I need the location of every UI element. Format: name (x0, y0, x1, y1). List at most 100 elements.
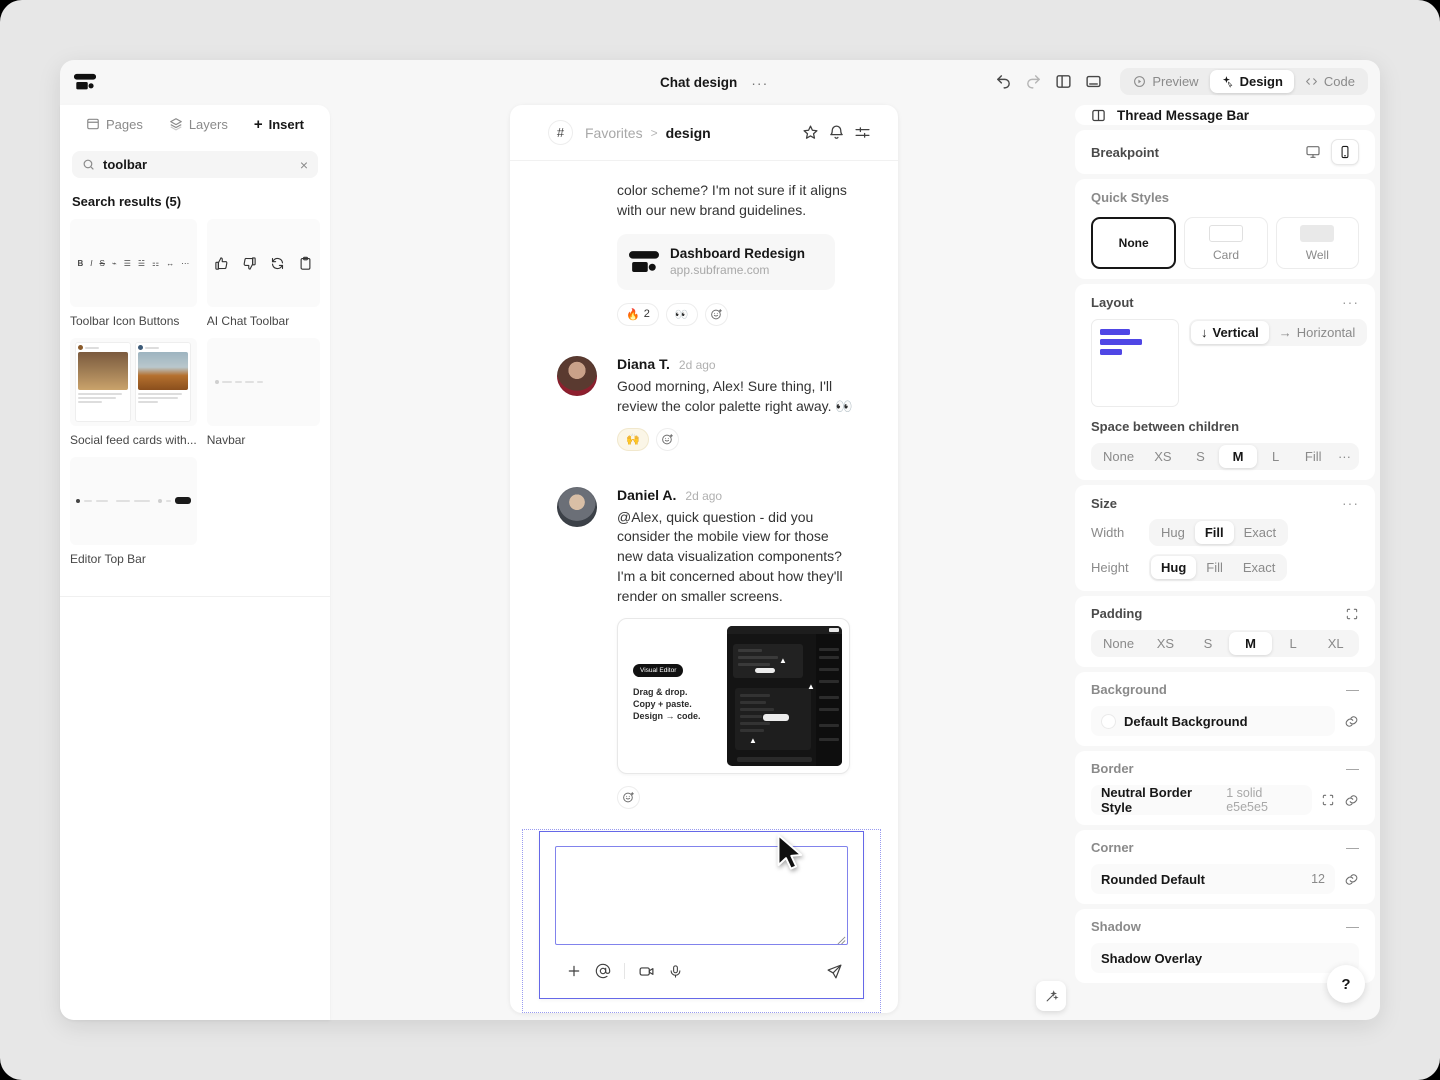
breadcrumb-parent[interactable]: Favorites (585, 125, 643, 141)
height-exact[interactable]: Exact (1233, 556, 1286, 579)
layout-menu-icon[interactable]: ··· (1342, 294, 1359, 310)
subframe-logo-icon[interactable] (74, 71, 96, 93)
shadow-value-row[interactable]: Shadow Overlay (1091, 943, 1359, 973)
breadcrumb-current[interactable]: design (666, 125, 711, 141)
message-author[interactable]: Daniel A. (617, 487, 676, 503)
link-preview-card[interactable]: Dashboard Redesign app.subframe.com (617, 234, 835, 290)
background-value-row[interactable]: Default Background (1091, 706, 1335, 736)
send-icon[interactable] (826, 963, 843, 980)
quick-style-none[interactable]: None (1091, 217, 1176, 269)
star-icon[interactable] (802, 124, 819, 141)
height-label: Height (1091, 560, 1149, 575)
quick-style-well[interactable]: Well (1276, 217, 1359, 269)
video-icon[interactable] (638, 963, 655, 980)
padding-xl[interactable]: XL (1314, 632, 1357, 655)
inspector-panel: Thread Message Bar Breakpoint Quick Styl… (1075, 105, 1375, 983)
tab-insert[interactable]: + Insert (254, 116, 304, 133)
mouse-cursor (768, 831, 810, 873)
link-token-icon[interactable] (1344, 793, 1359, 808)
bell-icon[interactable] (828, 124, 845, 141)
spacing-l[interactable]: L (1257, 445, 1295, 468)
component-search-input[interactable]: toolbar × (72, 151, 318, 178)
redo-button[interactable] (1020, 69, 1046, 95)
remove-background-icon[interactable]: — (1346, 682, 1359, 697)
quick-style-card[interactable]: Card (1184, 217, 1267, 269)
width-exact[interactable]: Exact (1234, 521, 1287, 544)
size-menu-icon[interactable]: ··· (1342, 495, 1359, 511)
result-social-feed-cards[interactable]: Social feed cards with... (70, 338, 197, 447)
spacing-fill[interactable]: Fill (1294, 445, 1332, 468)
settings-sliders-icon[interactable] (854, 124, 871, 141)
spacing-m[interactable]: M (1219, 445, 1257, 468)
corner-value-row[interactable]: Rounded Default 12 (1091, 864, 1335, 894)
undo-button[interactable] (990, 69, 1016, 95)
divider (60, 596, 330, 597)
resize-grip-icon[interactable] (837, 936, 846, 945)
result-navbar[interactable]: Navbar (207, 338, 320, 447)
spacing-xs[interactable]: XS (1144, 445, 1182, 468)
reaction-eyes[interactable]: 👀 (666, 303, 698, 326)
height-fill[interactable]: Fill (1196, 556, 1233, 579)
background-section: Background — Default Background (1075, 672, 1375, 746)
result-label: Navbar (207, 433, 320, 447)
tab-code[interactable]: Code (1294, 70, 1366, 93)
border-value-row[interactable]: Neutral Border Style 1 solid e5e5e5 (1091, 785, 1312, 815)
result-editor-top-bar[interactable]: Editor Top Bar (70, 457, 197, 566)
clear-search-icon[interactable]: × (300, 157, 308, 173)
link-token-icon[interactable] (1344, 872, 1359, 887)
spacing-none[interactable]: None (1093, 445, 1144, 468)
toggle-left-panel-button[interactable] (1050, 69, 1076, 95)
layout-vertical-option[interactable]: ↓Vertical (1191, 321, 1269, 344)
title-menu-icon[interactable]: ··· (751, 75, 768, 91)
link-token-icon[interactable] (1344, 714, 1359, 729)
padding-m[interactable]: M (1229, 632, 1272, 655)
remove-shadow-icon[interactable]: — (1346, 919, 1359, 934)
layout-horizontal-option[interactable]: →Horizontal (1269, 321, 1366, 344)
tab-layers[interactable]: Layers (169, 117, 228, 132)
result-ai-chat-toolbar[interactable]: AI Chat Toolbar (207, 219, 320, 328)
message-author[interactable]: Diana T. (617, 356, 670, 372)
section-label: Background (1091, 682, 1167, 697)
add-reaction-button[interactable] (705, 303, 728, 326)
padding-sides-icon[interactable] (1345, 607, 1359, 621)
attachment-card[interactable]: Visual Editor Drag & drop. Copy + paste.… (617, 618, 850, 774)
add-reaction-button[interactable] (656, 428, 679, 451)
quick-styles-section: Quick Styles None Card Well (1075, 179, 1375, 279)
design-canvas[interactable]: # Favorites > design color scheme? I'm n… (510, 105, 898, 1013)
magic-wand-button[interactable] (1036, 981, 1066, 1011)
tab-pages[interactable]: Pages (86, 117, 143, 132)
help-button[interactable]: ? (1327, 965, 1365, 1003)
add-attachment-icon[interactable] (566, 963, 582, 979)
remove-border-icon[interactable]: — (1346, 761, 1359, 776)
tab-design[interactable]: Design (1210, 70, 1294, 93)
padding-l[interactable]: L (1272, 632, 1315, 655)
microphone-icon[interactable] (668, 964, 683, 979)
width-hug[interactable]: Hug (1151, 521, 1195, 544)
toggle-bottom-panel-button[interactable] (1080, 69, 1106, 95)
spacing-s[interactable]: S (1182, 445, 1220, 468)
border-sides-icon[interactable] (1321, 793, 1335, 807)
avatar[interactable] (557, 487, 597, 527)
padding-xs[interactable]: XS (1144, 632, 1187, 655)
width-fill[interactable]: Fill (1195, 521, 1234, 544)
result-toolbar-icon-buttons[interactable]: BIS⌁☰☱⚏↔⋯ Toolbar Icon Buttons (70, 219, 197, 328)
reaction-fire[interactable]: 🔥2 (617, 303, 659, 326)
padding-none[interactable]: None (1093, 632, 1144, 655)
mention-icon[interactable] (595, 963, 611, 979)
tab-preview[interactable]: Preview (1122, 70, 1209, 93)
well-preview (1300, 225, 1334, 242)
thread-message-bar-component[interactable] (539, 831, 864, 999)
breakpoint-desktop-button[interactable] (1299, 139, 1327, 165)
message-daniel: Daniel A. 2d ago @Alex, quick question -… (557, 487, 858, 809)
padding-section: Padding None XS S M L XL (1075, 596, 1375, 667)
add-reaction-button[interactable] (617, 786, 640, 809)
padding-s[interactable]: S (1187, 632, 1230, 655)
reaction-raised-hands[interactable]: 🙌 (617, 428, 649, 451)
breakpoint-mobile-button[interactable] (1331, 139, 1359, 165)
spacing-more-icon[interactable]: ··· (1332, 445, 1357, 468)
avatar[interactable] (557, 356, 597, 396)
remove-corner-icon[interactable]: — (1346, 840, 1359, 855)
height-hug[interactable]: Hug (1151, 556, 1196, 579)
result-thumbnail: BIS⌁☰☱⚏↔⋯ (70, 219, 197, 307)
attachment-badge: Visual Editor (633, 664, 683, 677)
